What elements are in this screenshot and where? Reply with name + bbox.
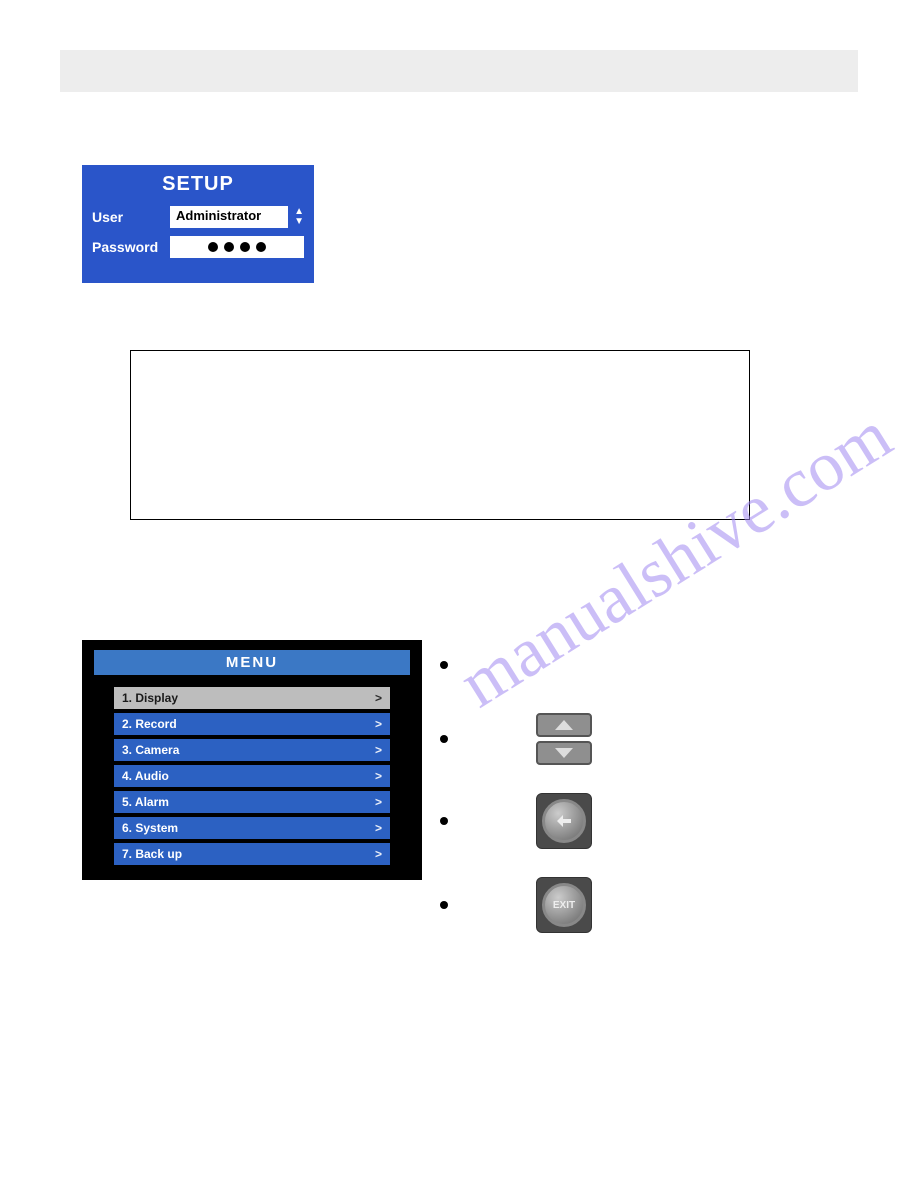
header-bar [60, 50, 858, 92]
chevron-down-icon[interactable]: ▼ [294, 217, 304, 227]
exit-button-label: EXIT [553, 900, 575, 911]
bullet-icon [440, 735, 448, 743]
menu-item-label: 3. Camera [122, 743, 179, 757]
menu-item-3[interactable]: 3. Camera > [114, 739, 390, 761]
bullet-icon [440, 817, 448, 825]
enter-button-wrap [536, 793, 592, 849]
chevron-right-icon: > [375, 717, 382, 731]
user-stepper[interactable]: ▲ ▼ [294, 207, 304, 227]
menu-item-6[interactable]: 6. System > [114, 817, 390, 839]
enter-button[interactable] [542, 799, 586, 843]
menu-item-5[interactable]: 5. Alarm > [114, 791, 390, 813]
menu-item-label: 7. Back up [122, 847, 182, 861]
bullet-row-3 [440, 793, 880, 849]
exit-button[interactable]: EXIT [542, 883, 586, 927]
caution-box [130, 350, 750, 520]
menu-item-label: 6. System [122, 821, 178, 835]
bullet-row-2 [440, 713, 880, 765]
bullet-icon [440, 661, 448, 669]
instruction-bullets: EXIT [440, 645, 880, 961]
bullet-icon [440, 901, 448, 909]
setup-title: SETUP [92, 173, 304, 196]
password-row: Password [92, 236, 304, 258]
menu-item-label: 2. Record [122, 717, 177, 731]
chevron-right-icon: > [375, 847, 382, 861]
bullet-row-1 [440, 645, 880, 685]
menu-panel: MENU 1. Display >2. Record >3. Camera >4. A… [82, 640, 422, 880]
nav-down-button[interactable] [536, 741, 592, 765]
password-field[interactable] [170, 236, 304, 258]
menu-item-2[interactable]: 2. Record > [114, 713, 390, 735]
chevron-right-icon: > [375, 795, 382, 809]
menu-item-4[interactable]: 4. Audio > [114, 765, 390, 787]
menu-item-7[interactable]: 7. Back up > [114, 843, 390, 865]
nav-up-button[interactable] [536, 713, 592, 737]
menu-title: MENU [94, 650, 410, 675]
password-label: Password [92, 239, 170, 255]
bullet-row-4: EXIT [440, 877, 880, 933]
user-label: User [92, 209, 170, 225]
menu-item-label: 5. Alarm [122, 795, 169, 809]
chevron-right-icon: > [375, 769, 382, 783]
menu-item-label: 1. Display [122, 691, 178, 705]
password-dot [208, 242, 218, 252]
password-dot [224, 242, 234, 252]
menu-item-1[interactable]: 1. Display > [114, 687, 390, 709]
up-down-button-group [536, 713, 592, 765]
user-select-value[interactable]: Administrator [170, 206, 288, 228]
chevron-right-icon: > [375, 743, 382, 757]
menu-item-label: 4. Audio [122, 769, 169, 783]
password-dot [256, 242, 266, 252]
chevron-right-icon: > [375, 691, 382, 705]
chevron-right-icon: > [375, 821, 382, 835]
user-row: User Administrator ▲ ▼ [92, 206, 304, 228]
password-dot [240, 242, 250, 252]
setup-dialog: SETUP User Administrator ▲ ▼ Password [82, 165, 314, 283]
exit-button-wrap: EXIT [536, 877, 592, 933]
